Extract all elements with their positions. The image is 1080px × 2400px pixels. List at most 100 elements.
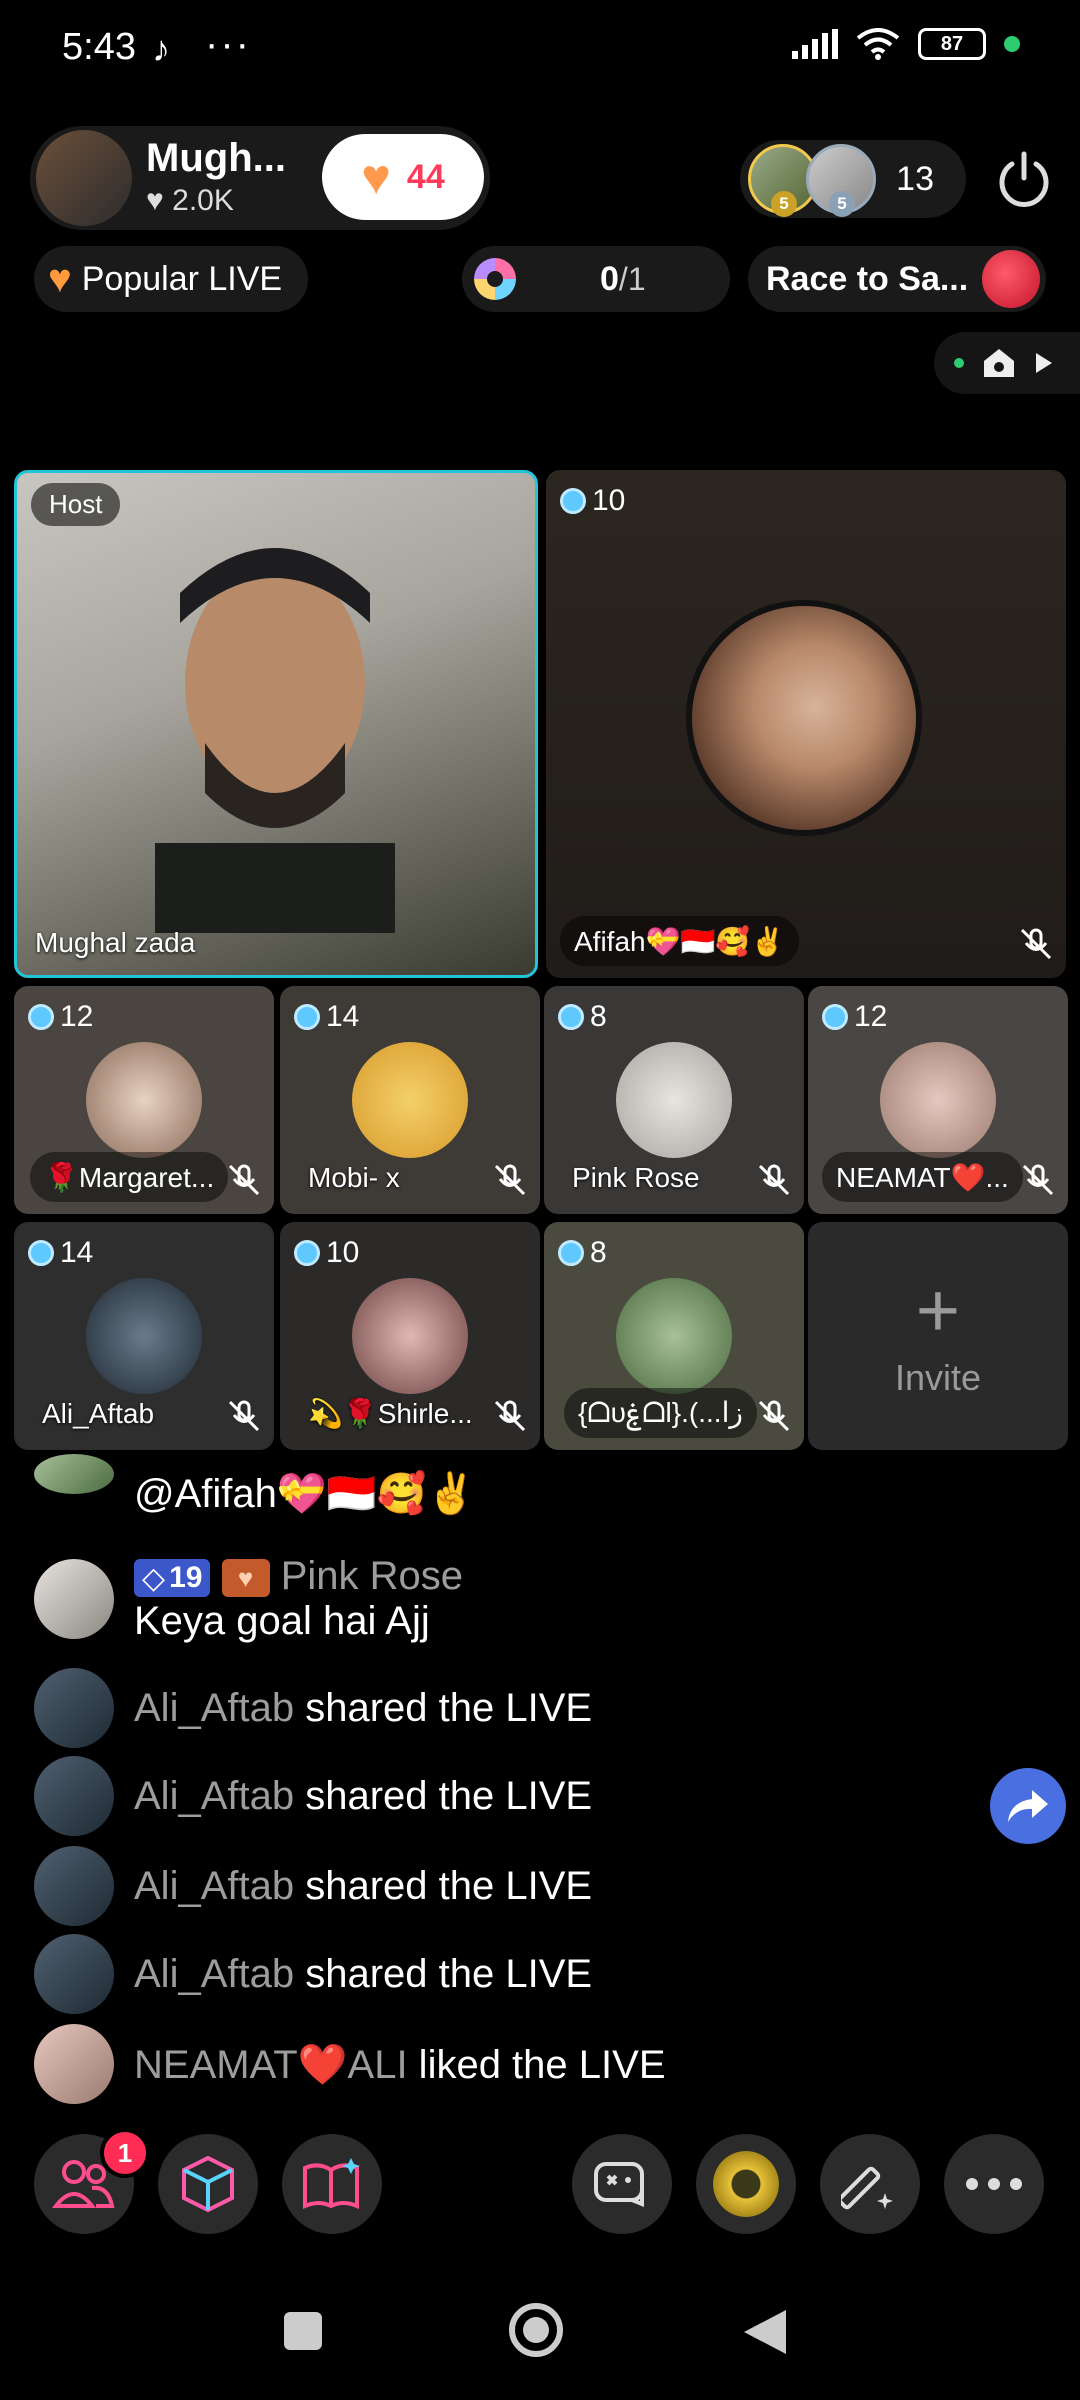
avatar[interactable]: [34, 1934, 114, 2014]
mini-controls[interactable]: [934, 332, 1080, 394]
magic-button[interactable]: [820, 2134, 920, 2234]
chat-message: NEAMAT❤️ALI liked the LIVE: [34, 2024, 666, 2104]
more-button[interactable]: [944, 2134, 1044, 2234]
play-icon[interactable]: [1034, 351, 1054, 375]
chat-username[interactable]: Ali_Aftab: [134, 1686, 294, 1730]
mic-off-icon: [494, 1400, 526, 1432]
status-time: 5:43: [62, 26, 136, 68]
coin-icon: [560, 488, 586, 514]
invite-button[interactable]: + Invite: [808, 1222, 1068, 1450]
chat-username[interactable]: Pink Rose: [281, 1554, 463, 1598]
guest-tile[interactable]: 14 Ali_Aftab: [14, 1222, 274, 1450]
share-icon: [1008, 1790, 1048, 1822]
chat-username[interactable]: NEAMAT❤️ALI: [134, 2043, 408, 2087]
coin-icon: [822, 1004, 848, 1030]
chat-message: Ali_Aftab shared the LIVE: [34, 1934, 592, 2014]
guest-name: 💫🌹Shirle...: [308, 1398, 473, 1429]
effects-button[interactable]: [158, 2134, 258, 2234]
coin-icon: [558, 1004, 584, 1030]
avatar[interactable]: [34, 1756, 114, 1836]
guest-avatar: [686, 600, 922, 836]
popular-live-chip[interactable]: ♥ Popular LIVE: [34, 246, 308, 312]
host-video-tile[interactable]: Host Mughal zada: [14, 470, 538, 978]
viewer-avatar[interactable]: 5: [806, 144, 876, 217]
coin-count: 10: [560, 484, 625, 518]
host-tile-name: Mughal zada: [35, 927, 196, 958]
battery-icon: 87: [918, 28, 986, 60]
mic-off-icon: [758, 1164, 790, 1196]
guest-name: 🌹Margaret...: [30, 1152, 229, 1202]
goal-chip[interactable]: 0/1: [462, 246, 730, 312]
guest-tile[interactable]: 12 🌹Margaret...: [14, 986, 274, 1214]
chat-username[interactable]: Ali_Aftab: [134, 1864, 294, 1908]
recents-icon[interactable]: [282, 2310, 324, 2352]
guest-name: Afifah💝🇮🇩🥰✌️: [560, 916, 800, 966]
heart-icon: ♥: [48, 256, 72, 301]
guest-name: Mobi- x: [308, 1162, 400, 1193]
goal-progress: 0/1: [600, 259, 646, 298]
guest-avatar: [86, 1042, 202, 1158]
race-chip[interactable]: Race to Sa...: [748, 246, 1046, 312]
chat-message: @Afifah💝🇮🇩🥰✌️: [34, 1453, 476, 1517]
game-icon: [594, 2162, 644, 2207]
like-button[interactable]: ♥ 44: [322, 134, 484, 220]
chat-message: Ali_Aftab shared the LIVE: [34, 1756, 592, 1836]
avatar[interactable]: [34, 1846, 114, 1926]
book-button[interactable]: [282, 2134, 382, 2234]
avatar[interactable]: [34, 1453, 114, 1494]
book-sparkle-icon: [303, 2158, 360, 2210]
notification-badge: 1: [100, 2128, 150, 2178]
cube-icon: [182, 2155, 234, 2213]
donut-icon: [474, 258, 516, 300]
guest-name: {ᗝυۼᗝl}.(...زا: [564, 1388, 757, 1438]
guest-tile[interactable]: 8 {ᗝυۼᗝl}.(...زا: [544, 1222, 804, 1450]
more-notifications-icon: ···: [205, 22, 251, 66]
badge-button[interactable]: [696, 2134, 796, 2234]
chat-message: Ali_Aftab shared the LIVE: [34, 1846, 592, 1926]
recording-indicator: [1004, 36, 1020, 52]
guest-tile[interactable]: 12 NEAMAT❤️...: [808, 986, 1068, 1214]
guest-avatar: [616, 1042, 732, 1158]
host-video: [155, 548, 395, 933]
coin-icon: [28, 1240, 54, 1266]
power-icon[interactable]: [995, 150, 1053, 208]
avatar[interactable]: [34, 2024, 114, 2104]
coin-icon: [558, 1240, 584, 1266]
host-likes: ♥ 2.0K: [146, 184, 234, 217]
guest-tile-large[interactable]: 10 Afifah💝🇮🇩🥰✌️: [546, 470, 1066, 978]
mic-off-icon: [494, 1164, 526, 1196]
tiktok-icon: ♪: [152, 28, 170, 69]
share-button[interactable]: [990, 1768, 1066, 1844]
coin-icon: [294, 1240, 320, 1266]
coin-icon: [28, 1004, 54, 1030]
mic-off-icon: [1022, 1164, 1054, 1196]
avatar[interactable]: [34, 1668, 114, 1748]
guest-name: Pink Rose: [572, 1162, 700, 1193]
guest-avatar: [352, 1042, 468, 1158]
guest-tile[interactable]: 10 💫🌹Shirle...: [280, 1222, 540, 1450]
host-tag: Host: [31, 483, 121, 526]
plus-icon: +: [915, 1268, 961, 1353]
guest-tile[interactable]: 14 Mobi- x: [280, 986, 540, 1214]
system-nav-bar: [0, 2270, 1080, 2400]
guest-avatar: [86, 1278, 202, 1394]
chat-message: Ali_Aftab shared the LIVE: [34, 1668, 592, 1748]
game-button[interactable]: [572, 2134, 672, 2234]
guest-name: NEAMAT❤️...: [822, 1152, 1023, 1202]
guest-avatar: [352, 1278, 468, 1394]
coin-icon: [294, 1004, 320, 1030]
mic-off-icon: [1020, 928, 1052, 960]
like-count: 44: [406, 157, 445, 196]
home-nav-icon[interactable]: [506, 2300, 566, 2360]
chat-username[interactable]: Ali_Aftab: [134, 1952, 294, 1996]
guest-name: Ali_Aftab: [42, 1398, 155, 1429]
back-icon[interactable]: [742, 2308, 788, 2356]
magic-wand-icon: [841, 2166, 893, 2210]
avatar[interactable]: [34, 1559, 114, 1639]
chat-username[interactable]: Ali_Aftab: [134, 1774, 294, 1818]
more-icon: [966, 2178, 1022, 2190]
guest-tile[interactable]: 8 Pink Rose: [544, 986, 804, 1214]
top-viewers[interactable]: 5 5 13: [740, 140, 966, 218]
host-avatar[interactable]: [36, 130, 132, 226]
home-icon[interactable]: [982, 347, 1016, 379]
